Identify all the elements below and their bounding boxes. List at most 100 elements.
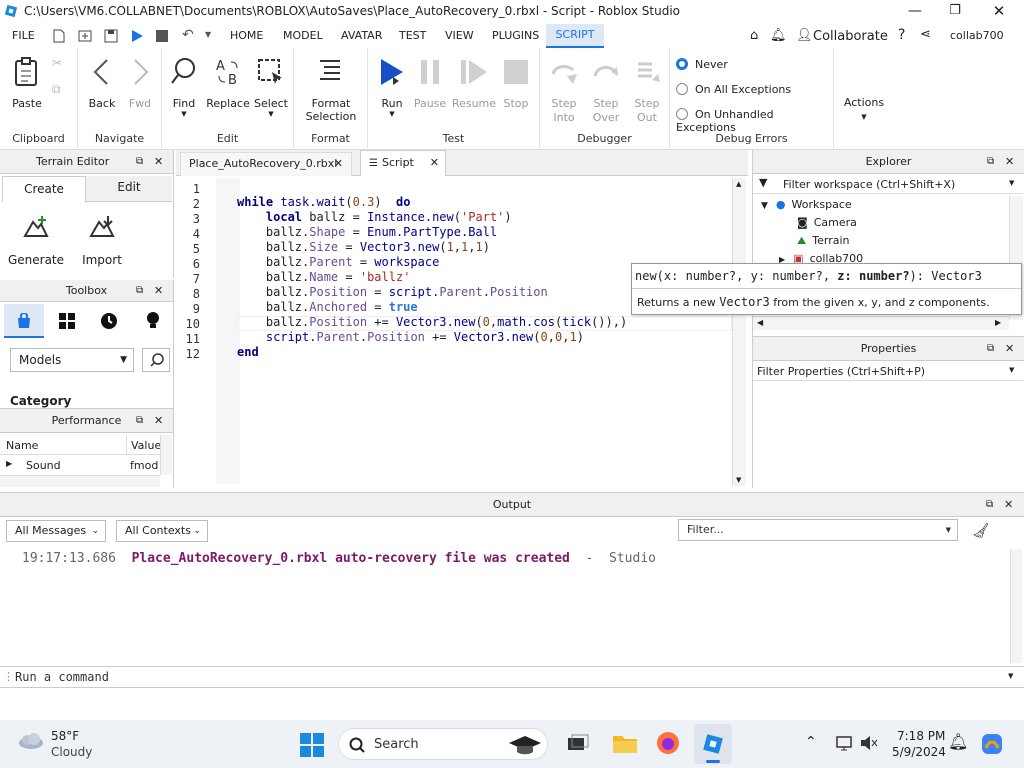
collaborate-button[interactable]: Collaborate xyxy=(813,29,888,44)
tab-terrain-edit[interactable]: Edit xyxy=(86,176,172,202)
tree-item-terrain[interactable]: ⛰ Terrain xyxy=(797,234,850,248)
scroll-right-icon[interactable]: ▶ xyxy=(995,318,1001,327)
performance-vscrollbar[interactable] xyxy=(160,435,172,475)
cut-icon[interactable]: ✂ xyxy=(52,56,62,70)
stop-icon[interactable] xyxy=(156,30,168,42)
name-column-header[interactable]: Name xyxy=(6,439,38,452)
toolbox-category-dropdown[interactable]: Models ▼ xyxy=(10,348,134,372)
taskbar-search-box[interactable]: Search xyxy=(338,728,548,760)
tab-test[interactable]: TEST xyxy=(399,29,426,42)
collapse-arrow-icon[interactable]: ▼ xyxy=(761,201,768,211)
undock-icon[interactable]: ⧉ xyxy=(986,493,993,517)
code-text[interactable]: while task.wait(0.3) do local ballz = In… xyxy=(237,195,731,485)
messages-filter-dropdown[interactable]: All Messages ⌄ xyxy=(6,520,106,542)
editor-vscrollbar[interactable]: ▲ ▼ xyxy=(732,178,746,486)
firefox-icon[interactable] xyxy=(656,731,680,755)
format-selection-button[interactable]: Format Selection xyxy=(300,56,362,123)
volume-muted-icon[interactable] xyxy=(860,735,878,751)
debug-all-exceptions-radio[interactable]: On All Exceptions xyxy=(676,83,791,96)
contexts-filter-dropdown[interactable]: All Contexts ⌄ xyxy=(116,520,208,542)
step-into-button[interactable]: Step Into xyxy=(542,56,586,125)
undock-icon[interactable]: ⧉ xyxy=(136,409,143,433)
table-row[interactable]: ▶ Sound fmod xyxy=(0,457,160,473)
value-column-header[interactable]: Value xyxy=(126,435,161,455)
minimize-button[interactable]: — xyxy=(900,0,930,24)
restore-button[interactable]: ❐ xyxy=(940,0,970,24)
command-input[interactable]: Run a command xyxy=(15,670,109,685)
replace-button[interactable]: AB Replace xyxy=(206,56,250,110)
close-window-button[interactable]: ✕ xyxy=(984,0,1014,24)
home-icon[interactable]: ⌂ xyxy=(750,28,758,43)
share-icon[interactable]: ⋖ xyxy=(920,27,931,42)
tab-home[interactable]: HOME xyxy=(230,29,263,42)
tab-model[interactable]: MODEL xyxy=(283,29,323,42)
weather-temp[interactable]: 58°F xyxy=(51,729,79,743)
tab-create[interactable]: Create xyxy=(2,176,86,202)
play-icon[interactable] xyxy=(130,29,144,43)
undo-icon[interactable]: ↶ xyxy=(182,27,194,43)
roblox-studio-taskbar-button[interactable] xyxy=(694,724,732,764)
task-view-icon[interactable] xyxy=(567,734,589,754)
undo-dropdown-icon[interactable]: ▼ xyxy=(205,30,211,39)
chevron-down-icon[interactable]: ▼ xyxy=(1008,672,1013,680)
undock-icon[interactable]: ⧉ xyxy=(136,280,143,302)
select-button[interactable]: Select ▼ xyxy=(249,56,293,118)
scroll-up-icon[interactable]: ▲ xyxy=(736,180,741,188)
toolbox-search-button[interactable] xyxy=(142,348,170,372)
tab-view[interactable]: VIEW xyxy=(445,29,474,42)
copilot-icon[interactable] xyxy=(980,732,1004,756)
find-button[interactable]: Find ▼ xyxy=(162,56,206,118)
import-button[interactable]: Import xyxy=(72,214,132,267)
publish-icon[interactable] xyxy=(78,29,92,43)
step-out-button[interactable]: Step Out xyxy=(625,56,669,125)
user-menu[interactable]: collab700 xyxy=(950,29,1004,42)
save-icon[interactable] xyxy=(104,29,118,43)
tray-overflow-chevron-icon[interactable]: ⌃ xyxy=(805,734,817,750)
tab-avatar[interactable]: AVATAR xyxy=(341,29,382,42)
notifications-icon[interactable]: 🔔︎ xyxy=(770,28,787,43)
close-tab-icon[interactable]: ✕ xyxy=(430,151,439,175)
file-explorer-icon[interactable] xyxy=(612,732,638,754)
inventory-grid-icon[interactable] xyxy=(59,313,75,329)
close-panel-icon[interactable]: ✕ xyxy=(154,150,163,174)
tab-place-file[interactable]: Place_AutoRecovery_0.rbxl ✕ xyxy=(180,152,352,176)
windows-start-icon[interactable] xyxy=(300,733,324,757)
clock-date[interactable]: 5/9/2024 xyxy=(892,745,946,759)
tab-plugins[interactable]: PLUGINS xyxy=(492,29,539,42)
tab-script-active[interactable]: ☰ Script ✕ xyxy=(360,150,446,176)
fwd-button[interactable]: Fwd xyxy=(118,56,162,110)
recent-clock-icon[interactable] xyxy=(101,313,117,329)
new-file-icon[interactable] xyxy=(53,29,65,43)
scroll-down-icon[interactable]: ▼ xyxy=(736,476,741,484)
debug-unhandled-exceptions-radio[interactable]: On Unhandled Exceptions xyxy=(676,108,833,134)
properties-filter[interactable]: Filter Properties (Ctrl+Shift+P) ▼ xyxy=(753,361,1023,381)
close-panel-icon[interactable]: ✕ xyxy=(1005,337,1014,361)
explorer-hscrollbar[interactable]: ◀ ▶ xyxy=(753,316,1009,330)
tree-item-camera[interactable]: ◙ Camera xyxy=(797,216,857,229)
tree-item-workspace[interactable]: ▼ ● Workspace xyxy=(761,198,852,211)
network-icon[interactable] xyxy=(836,735,852,751)
clear-output-broom-icon[interactable]: 🧹︎ xyxy=(972,523,990,539)
undock-icon[interactable]: ⧉ xyxy=(987,337,994,361)
output-filter-input[interactable]: Filter... ▼ xyxy=(678,519,958,541)
toolbox-marketplace-tab[interactable] xyxy=(4,304,44,338)
undock-icon[interactable]: ⧉ xyxy=(136,150,143,174)
stop-button[interactable]: Stop xyxy=(494,56,538,110)
close-panel-icon[interactable]: ✕ xyxy=(154,409,163,433)
copy-icon[interactable]: ⧉ xyxy=(52,82,61,97)
actions-button[interactable]: Actions ▼ xyxy=(838,96,890,121)
help-icon[interactable]: ? xyxy=(898,27,905,43)
notification-bell-icon[interactable]: 🔔︎ xyxy=(948,732,968,751)
undock-icon[interactable]: ⧉ xyxy=(987,150,994,174)
step-over-button[interactable]: Step Over xyxy=(584,56,628,125)
pause-button[interactable]: Pause xyxy=(408,56,452,110)
close-panel-icon[interactable]: ✕ xyxy=(154,280,163,302)
performance-hscrollbar[interactable] xyxy=(0,475,160,487)
creations-bulb-icon[interactable] xyxy=(146,312,160,330)
scroll-left-icon[interactable]: ◀ xyxy=(757,318,763,327)
tab-script[interactable]: SCRIPT xyxy=(546,24,604,48)
expand-arrow-icon[interactable]: ▶ xyxy=(6,459,12,468)
file-menu[interactable]: FILE xyxy=(12,29,35,42)
close-panel-icon[interactable]: ✕ xyxy=(1004,493,1013,517)
close-tab-icon[interactable]: ✕ xyxy=(334,153,343,175)
